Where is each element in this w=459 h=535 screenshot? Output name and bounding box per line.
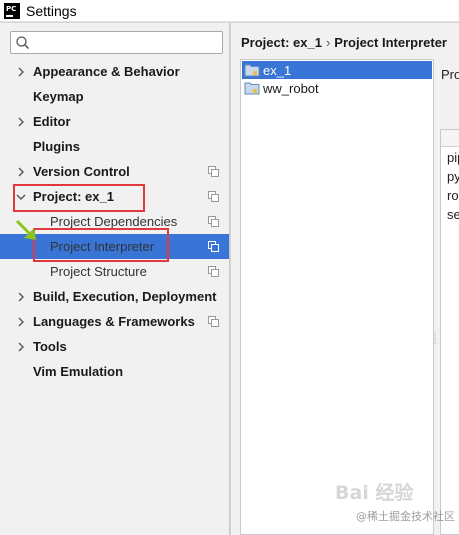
chevron-down-icon[interactable]: [16, 192, 26, 202]
watermark-baidu: Bai 经验: [335, 482, 414, 504]
tree-item-project-ex1[interactable]: Project: ex_1: [0, 184, 229, 209]
tree-item-editor[interactable]: Editor: [0, 109, 229, 134]
chevron-right-icon[interactable]: [16, 67, 26, 77]
settings-content-panel: Project: ex_1 › Project Interpreter ex_1 w…: [231, 23, 459, 535]
chevron-right-icon[interactable]: [16, 342, 26, 352]
tree-item-label: Editor: [33, 114, 71, 129]
project-interpreter-label: Pro: [441, 67, 459, 82]
project-scope-icon: [208, 166, 219, 177]
project-scope-icon: [208, 316, 219, 327]
project-item-ww-robot[interactable]: ww_robot: [242, 79, 432, 97]
tree-item-label: Languages & Frameworks: [33, 314, 195, 329]
chevron-right-icon[interactable]: [16, 117, 26, 127]
tree-item-label: Project Dependencies: [50, 214, 178, 229]
package-table-header[interactable]: [441, 130, 459, 147]
tree-item-label: Plugins: [33, 139, 80, 154]
tree-item-label: Tools: [33, 339, 67, 354]
package-table[interactable]: pip py ro se: [440, 129, 459, 535]
tree-item-vim-emulation[interactable]: Vim Emulation: [0, 359, 229, 384]
interpreter-detail-area: Pro pip py ro se: [437, 59, 459, 535]
chevron-right-icon[interactable]: [16, 292, 26, 302]
annotation-arrow-icon: [15, 219, 36, 240]
tree-item-label: Build, Execution, Deployment: [33, 289, 217, 304]
chevron-right-icon[interactable]: [16, 317, 26, 327]
search-input[interactable]: [33, 34, 219, 51]
project-folder-icon: [244, 82, 260, 95]
package-name-cell[interactable]: ro: [447, 188, 459, 203]
tree-item-label: Vim Emulation: [33, 364, 124, 379]
project-item-ex1[interactable]: ex_1: [242, 61, 432, 79]
tree-item-label: Project: ex_1: [33, 189, 114, 204]
tree-item-label: Project Structure: [50, 264, 147, 279]
tree-item-plugins[interactable]: Plugins: [0, 134, 229, 159]
tree-item-keymap[interactable]: Keymap: [0, 84, 229, 109]
project-item-label: ww_robot: [263, 81, 319, 96]
project-folder-icon: [244, 64, 260, 77]
settings-navigation-panel: Appearance & Behavior Keymap Editor Plug…: [0, 23, 230, 535]
tree-item-label: Keymap: [33, 89, 84, 104]
tree-item-appearance-behavior[interactable]: Appearance & Behavior: [0, 59, 229, 84]
tree-item-tools[interactable]: Tools: [0, 334, 229, 359]
search-icon: [16, 36, 30, 50]
tree-item-version-control[interactable]: Version Control: [0, 159, 229, 184]
project-scope-icon: [208, 266, 219, 277]
package-name-cell[interactable]: pip: [447, 150, 459, 165]
window-title: Settings: [26, 2, 77, 19]
project-item-label: ex_1: [263, 63, 292, 78]
watermark-juejin: @稀土掘金技术社区: [356, 510, 455, 523]
tree-item-languages-frameworks[interactable]: Languages & Frameworks: [0, 309, 229, 334]
package-name-cell[interactable]: py: [447, 169, 459, 184]
project-list[interactable]: ex_1 ww_robot: [240, 59, 434, 535]
tree-item-label: Version Control: [33, 164, 130, 179]
breadcrumb-project: Project: ex_1: [241, 35, 322, 50]
breadcrumb-separator: ›: [325, 35, 331, 50]
project-scope-icon: [208, 216, 219, 227]
settings-search-box[interactable]: [10, 31, 223, 54]
tree-item-build-execution-deployment[interactable]: Build, Execution, Deployment: [0, 284, 229, 309]
pycharm-app-icon: PC: [4, 2, 20, 19]
project-scope-icon: [208, 191, 219, 202]
breadcrumb: Project: ex_1 › Project Interpreter: [241, 35, 447, 50]
chevron-right-icon[interactable]: [16, 167, 26, 177]
tree-item-label: Appearance & Behavior: [33, 64, 180, 79]
project-scope-icon: [208, 241, 219, 252]
tree-item-label: Project Interpreter: [50, 239, 155, 254]
title-bar: PC Settings: [0, 0, 459, 22]
breadcrumb-page: Project Interpreter: [334, 35, 447, 50]
package-name-cell[interactable]: se: [447, 207, 459, 222]
tree-item-project-structure[interactable]: Project Structure: [0, 259, 229, 284]
